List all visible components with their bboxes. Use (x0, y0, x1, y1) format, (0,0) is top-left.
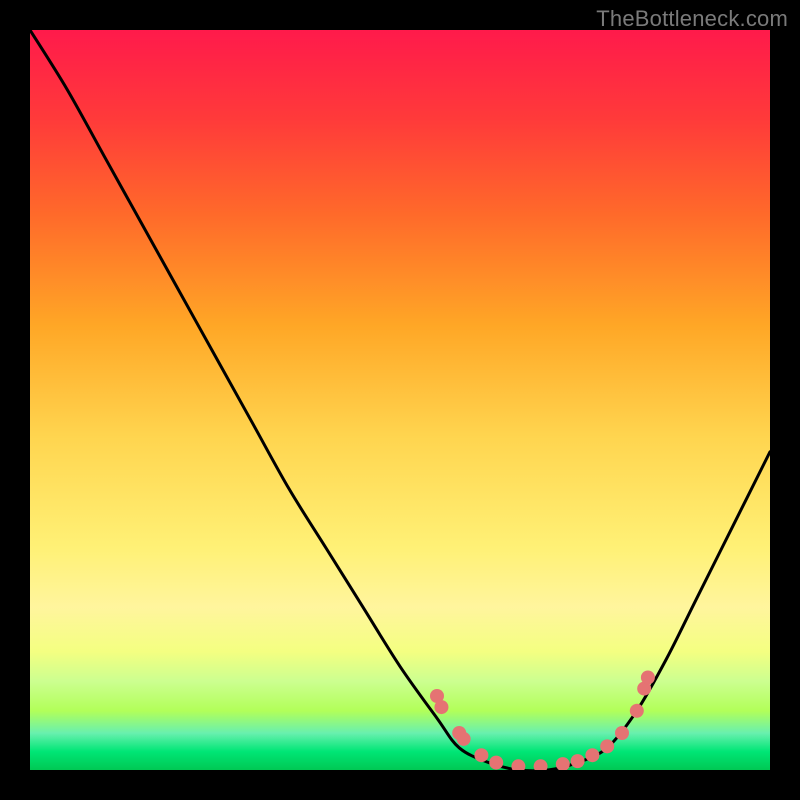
plot-area (30, 30, 770, 770)
data-point (474, 748, 488, 762)
data-point (630, 704, 644, 718)
data-point (434, 700, 448, 714)
data-point (600, 739, 614, 753)
data-point (615, 726, 629, 740)
watermark-text: TheBottleneck.com (596, 6, 788, 32)
background-rect (30, 30, 770, 770)
chart-svg (30, 30, 770, 770)
data-point (585, 748, 599, 762)
chart-root: { "watermark": "TheBottleneck.com", "cha… (0, 0, 800, 800)
data-point (571, 754, 585, 768)
data-point (457, 732, 471, 746)
data-point (641, 671, 655, 685)
data-point (489, 756, 503, 770)
